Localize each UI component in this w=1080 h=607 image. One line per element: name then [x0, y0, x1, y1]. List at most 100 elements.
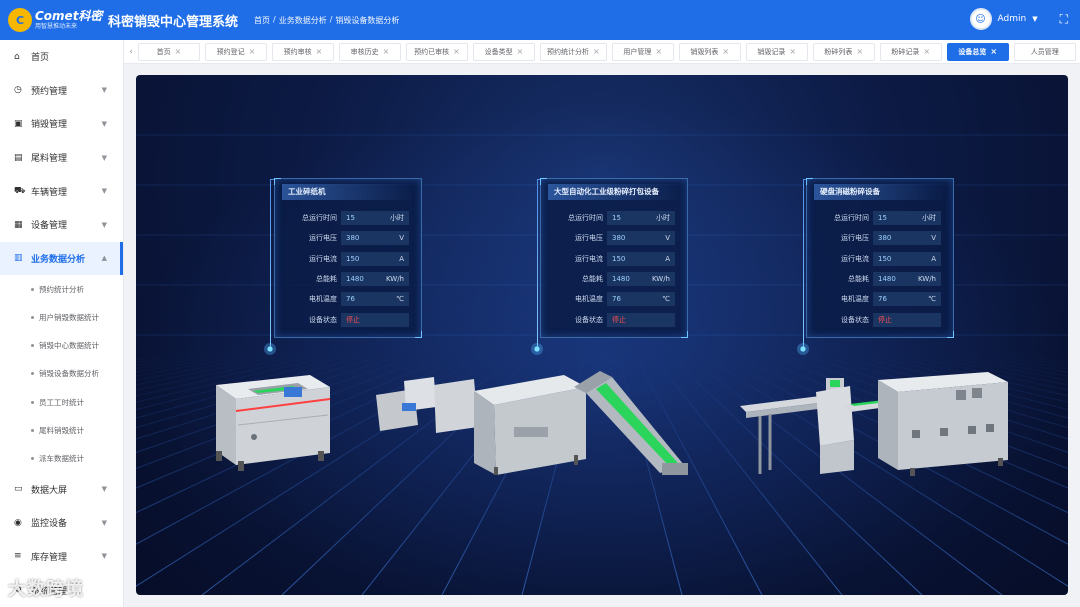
tab-item[interactable]: 首页 ×: [138, 42, 200, 61]
chevron-down-icon: ▼: [101, 518, 107, 527]
panel-row: 运行电流 150 A: [807, 251, 955, 266]
chevron-down-icon: ▼: [101, 153, 107, 162]
tab-label: 审核历史: [350, 47, 379, 56]
sidebar-item-database[interactable]: ≡ 库存管理 ▼: [0, 540, 123, 574]
equipment-anchor-3[interactable]: [797, 343, 809, 355]
tab-item[interactable]: 销毁列表 ×: [678, 42, 741, 61]
metric-unit: 小时: [390, 214, 404, 222]
submenu-item[interactable]: 销毁设备数据分析: [0, 360, 123, 388]
close-icon[interactable]: ×: [593, 47, 600, 56]
user-name[interactable]: Admin: [998, 14, 1027, 24]
industrial-shredder-machine[interactable]: [198, 365, 334, 475]
metric-value-box: 76 ℃: [607, 292, 675, 307]
status-badge: 停止: [346, 315, 360, 324]
tab-item[interactable]: 人员管理: [1013, 42, 1076, 61]
equipment-panel-2: 大型自动化工业级粉碎打包设备 总运行时间 15 小时 运行电压 380 V 运行电流 150 A 总…: [540, 178, 688, 338]
tab-item[interactable]: 审核历史 ×: [339, 42, 401, 61]
close-icon[interactable]: ×: [722, 47, 729, 56]
app-title: 科密销毁中心管理系统: [108, 14, 239, 30]
close-icon[interactable]: ×: [517, 47, 524, 56]
tab-item[interactable]: 设备类型 ×: [473, 42, 535, 61]
equipment-overview-canvas: 工业碎纸机 总运行时间 15 小时 运行电压 380 V 运行电流 150 A 总能耗 1480 KW/…: [136, 75, 1068, 595]
tab-item[interactable]: 预约登记 ×: [205, 42, 267, 61]
avatar[interactable]: ☺: [969, 8, 992, 30]
tabs-bar: ‹ 首页 × 预约登记 × 预约审核 × 审核历史 × 预约已审核 × 设备类型 × 预约统计分析 × 用户…: [124, 40, 1080, 64]
industrial-shred-pack-machine[interactable]: [374, 367, 700, 479]
tab-label: 人员管理: [1030, 47, 1059, 56]
breadcrumb-home[interactable]: 首页: [254, 15, 270, 26]
metric-unit: V: [931, 234, 936, 243]
close-icon[interactable]: ×: [856, 47, 863, 56]
metric-value-box: 76 ℃: [873, 292, 941, 307]
metric-value: 1480: [612, 274, 630, 283]
chevron-down-icon[interactable]: ▼: [1032, 15, 1037, 23]
metric-label: 总运行时间: [834, 214, 869, 222]
tab-item[interactable]: 设备总览 ×: [946, 42, 1009, 61]
tab-item[interactable]: 预约统计分析 ×: [540, 42, 607, 61]
submenu-item[interactable]: 用户销毁数据统计: [0, 303, 123, 331]
sidebar-item-truck[interactable]: ⛟ 车辆管理 ▼: [0, 174, 123, 208]
metric-unit: A: [665, 254, 670, 263]
metric-value-box: 380 V: [341, 231, 409, 246]
user-menu[interactable]: ☺ Admin ▼ ⛶: [969, 8, 1068, 30]
chevron-down-icon: ▼: [101, 220, 107, 229]
tab-label: 首页: [156, 47, 171, 56]
status-badge: 停止: [612, 315, 626, 324]
panel-row: 总运行时间 15 小时: [807, 211, 955, 225]
metric-value-box: 1480 KW/h: [873, 271, 941, 286]
tabs-scroll-left-icon[interactable]: ‹: [124, 47, 138, 57]
panel-row: 总运行时间 15 小时: [541, 211, 689, 225]
tab-item[interactable]: 预约审核 ×: [272, 42, 334, 61]
sidebar-item-label: 监控设备: [31, 519, 68, 530]
close-icon[interactable]: ×: [655, 47, 662, 56]
equipment-anchor-1[interactable]: [264, 343, 276, 355]
sidebar-item-device[interactable]: ▦ 设备管理 ▼: [0, 208, 123, 242]
panel-row: 运行电压 380 V: [541, 231, 689, 246]
metric-value-box: 380 V: [873, 231, 941, 246]
metric-value: 76: [346, 295, 355, 304]
close-icon[interactable]: ×: [316, 47, 323, 56]
submenu-item[interactable]: 尾料销毁统计: [0, 416, 123, 444]
fullscreen-icon[interactable]: ⛶: [1060, 12, 1068, 27]
close-icon[interactable]: ×: [990, 47, 997, 56]
tab-item[interactable]: 粉碎记录 ×: [879, 42, 942, 61]
breadcrumb-business-analysis[interactable]: 业务数据分析: [279, 15, 327, 26]
sidebar-item-clock[interactable]: ◷ 预约管理 ▼: [0, 74, 123, 108]
close-icon[interactable]: ×: [923, 47, 930, 56]
panel-title: 工业碎纸机: [282, 184, 414, 200]
close-icon[interactable]: ×: [789, 47, 796, 56]
sidebar-item-camera[interactable]: ◉ 监控设备 ▼: [0, 506, 123, 540]
book-icon: ▣: [14, 118, 23, 129]
metric-unit: 小时: [922, 214, 936, 222]
sidebar-item-label: 尾料管理: [31, 154, 68, 165]
chevron-down-icon: ▼: [101, 552, 107, 561]
hard-disk-degauss-shred-machine[interactable]: [740, 370, 1012, 480]
tab-label: 设备类型: [484, 47, 513, 56]
tab-item[interactable]: 销毁记录 ×: [745, 42, 808, 61]
submenu-item[interactable]: 销毁中心数据统计: [0, 332, 123, 360]
sidebar-item-monitor[interactable]: ▭ 数据大屏 ▼: [0, 472, 123, 506]
sidebar-item-home[interactable]: ⌂ 首页: [0, 40, 123, 74]
close-icon[interactable]: ×: [453, 47, 460, 56]
close-icon[interactable]: ×: [175, 47, 182, 56]
brand-logo[interactable]: C Comet科密 用智慧推动未来: [0, 8, 104, 32]
panel-row: 运行电流 150 A: [541, 251, 689, 266]
sidebar-item-chart[interactable]: ▥ 业务数据分析 ▲: [0, 241, 123, 276]
tab-item[interactable]: 用户管理 ×: [611, 42, 674, 61]
tab-item[interactable]: 预约已审核 ×: [406, 42, 468, 61]
tab-item[interactable]: 粉碎列表 ×: [812, 42, 875, 61]
sidebar-item-file[interactable]: ▤ 尾料管理 ▼: [0, 141, 123, 175]
submenu-item[interactable]: 预约统计分析: [0, 275, 123, 303]
logo-slogan: 用智慧推动未来: [35, 23, 78, 30]
sidebar-item-book[interactable]: ▣ 销毁管理 ▼: [0, 107, 123, 141]
chevron-down-icon: ▼: [101, 187, 107, 196]
equipment-anchor-2[interactable]: [531, 343, 543, 355]
metric-label: 电机温度: [575, 295, 603, 304]
close-icon[interactable]: ×: [383, 47, 390, 56]
tab-label: 销毁记录: [757, 47, 786, 56]
submenu-item-label: 尾料销毁统计: [39, 425, 84, 435]
metric-unit: V: [399, 234, 404, 243]
close-icon[interactable]: ×: [249, 47, 256, 56]
submenu-item[interactable]: 员工工时统计: [0, 388, 123, 416]
submenu-item[interactable]: 派车数据统计: [0, 444, 123, 472]
